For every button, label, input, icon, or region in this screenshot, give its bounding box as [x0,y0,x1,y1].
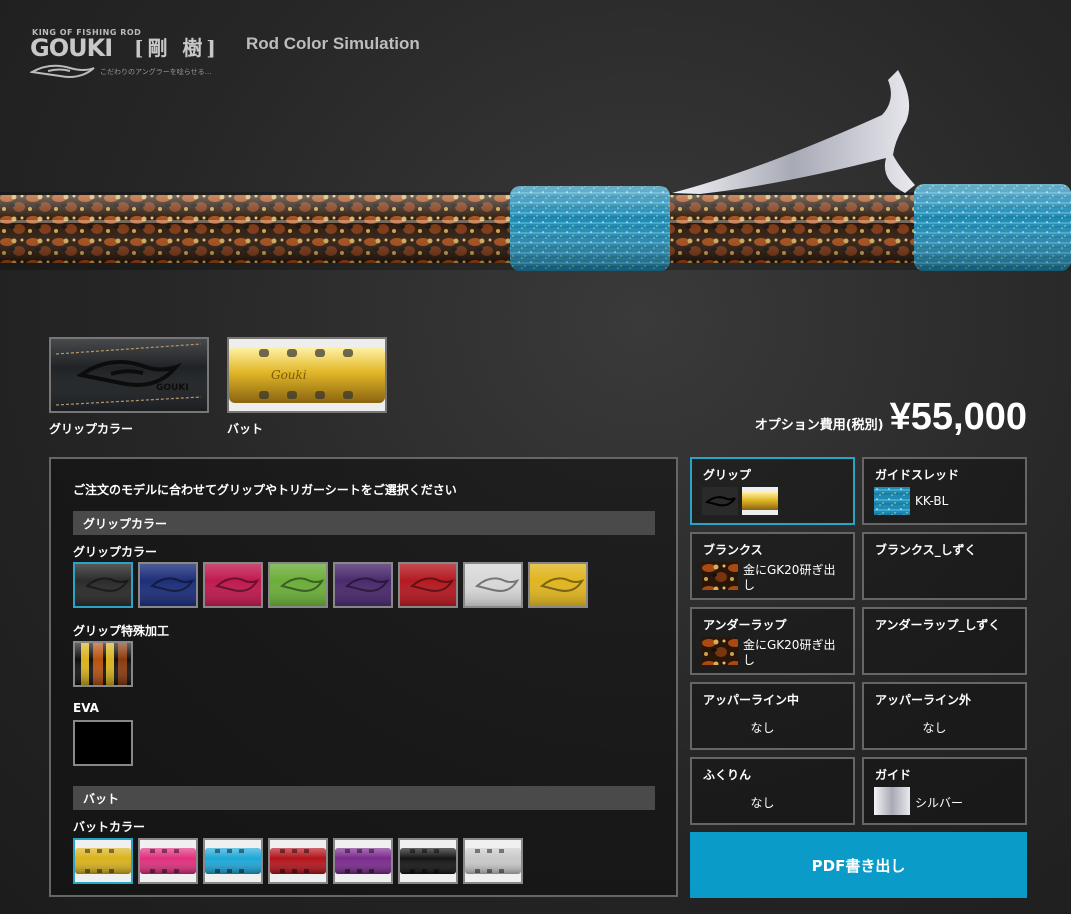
butt-color-swatch[interactable] [138,838,198,884]
thread-color-icon [874,487,910,515]
logo-brand: GOUKI [30,34,113,62]
butt-color-swatch[interactable] [73,838,133,884]
embossed-logo-icon: GOUKI [156,383,189,393]
label-grip-special: グリップ特殊加工 [73,624,170,638]
option-value: 金にGK20研ぎ出し [743,638,836,667]
option-card-guide[interactable]: ガイド シルバー [862,757,1027,825]
butt-color-swatch[interactable] [203,838,263,884]
option-card-guide-thread[interactable]: ガイドスレッド KK-BL [862,457,1027,525]
option-title: ガイド [875,768,912,782]
engraved-logo-icon: Gouki [271,368,307,382]
option-price: オプション費用(税別) ¥55,000 [755,396,1027,439]
price-value: ¥55,000 [889,396,1027,438]
instruction-text: ご注文のモデルに合わせてグリップやトリガーシートをご選択ください [73,483,457,497]
grip-color-swatch[interactable] [73,562,133,608]
label-eva: EVA [73,701,99,715]
grip-color-swatch[interactable] [463,562,523,608]
option-card-upper-line-outer[interactable]: アッパーライン外なし [862,682,1027,750]
thumb-label-butt: バット [227,422,264,436]
option-title: グリップ [703,468,752,482]
guide-frame [672,70,915,194]
option-title: アッパーライン外 [875,693,972,707]
option-value: なし [750,721,775,735]
selection-panel: ご注文のモデルに合わせてグリップやトリガーシートをご選択ください グリップカラー… [49,457,678,897]
label-butt-color: バットカラー [73,820,146,834]
section-header-butt: バット [73,786,655,810]
rod-preview [0,70,1071,271]
option-card-underwrap-drop[interactable]: アンダーラップ_しずく [862,607,1027,675]
lace-pattern-icon [702,637,738,665]
app-title: Rod Color Simulation [246,34,420,53]
grip-color-swatch[interactable] [333,562,393,608]
option-value: シルバー [915,796,964,810]
option-card-upper-line-inner[interactable]: アッパーライン中なし [690,682,855,750]
butt-thumbnail[interactable]: Gouki [227,337,387,413]
option-card-grip[interactable]: グリップ [690,457,855,525]
option-title: アンダーラップ_しずく [875,618,1001,632]
butt-color-swatches [73,838,523,884]
option-card-blanks[interactable]: ブランクス金にGK20研ぎ出し [690,532,855,600]
option-card-blanks-drop[interactable]: ブランクス_しずく [862,532,1027,600]
option-value: なし [750,796,775,810]
thumb-label-grip: グリップカラー [49,422,134,436]
logo-kanji: [剛 樹] [134,36,220,60]
grip-color-swatches [73,562,588,608]
butt-color-swatch[interactable] [398,838,458,884]
silver-guide-icon [874,787,910,815]
option-title: アッパーライン中 [703,693,800,707]
label-grip-color: グリップカラー [73,545,158,559]
option-card-ferrule[interactable]: ふくりんなし [690,757,855,825]
price-label: オプション費用(税別) [754,418,884,433]
option-value: なし [922,721,947,735]
section-header-grip: グリップカラー [73,511,655,535]
grip-preview-icon [702,487,738,515]
eva-swatch[interactable] [73,720,133,766]
butt-preview-icon [742,487,778,515]
option-title: ふくりん [703,768,752,782]
grip-color-swatch[interactable] [528,562,588,608]
option-title: アンダーラップ [703,618,787,632]
grip-color-swatch[interactable] [398,562,458,608]
grip-color-swatch[interactable] [138,562,198,608]
butt-color-swatch[interactable] [463,838,523,884]
grip-color-thumbnail[interactable]: GOUKI [49,337,209,413]
option-title: ブランクス [703,543,763,557]
option-value: KK-BL [915,494,949,508]
grip-special-swatch[interactable] [73,641,133,687]
butt-color-swatch[interactable] [268,838,328,884]
option-title: ブランクス_しずく [875,543,977,557]
option-title: ガイドスレッド [875,468,960,482]
lace-pattern-icon [702,562,738,590]
option-value: 金にGK20研ぎ出し [743,563,836,592]
option-card-underwrap[interactable]: アンダーラップ金にGK20研ぎ出し [690,607,855,675]
grip-color-swatch[interactable] [203,562,263,608]
butt-color-swatch[interactable] [333,838,393,884]
grip-color-swatch[interactable] [268,562,328,608]
pdf-export-button[interactable]: PDF書き出し [690,832,1027,898]
